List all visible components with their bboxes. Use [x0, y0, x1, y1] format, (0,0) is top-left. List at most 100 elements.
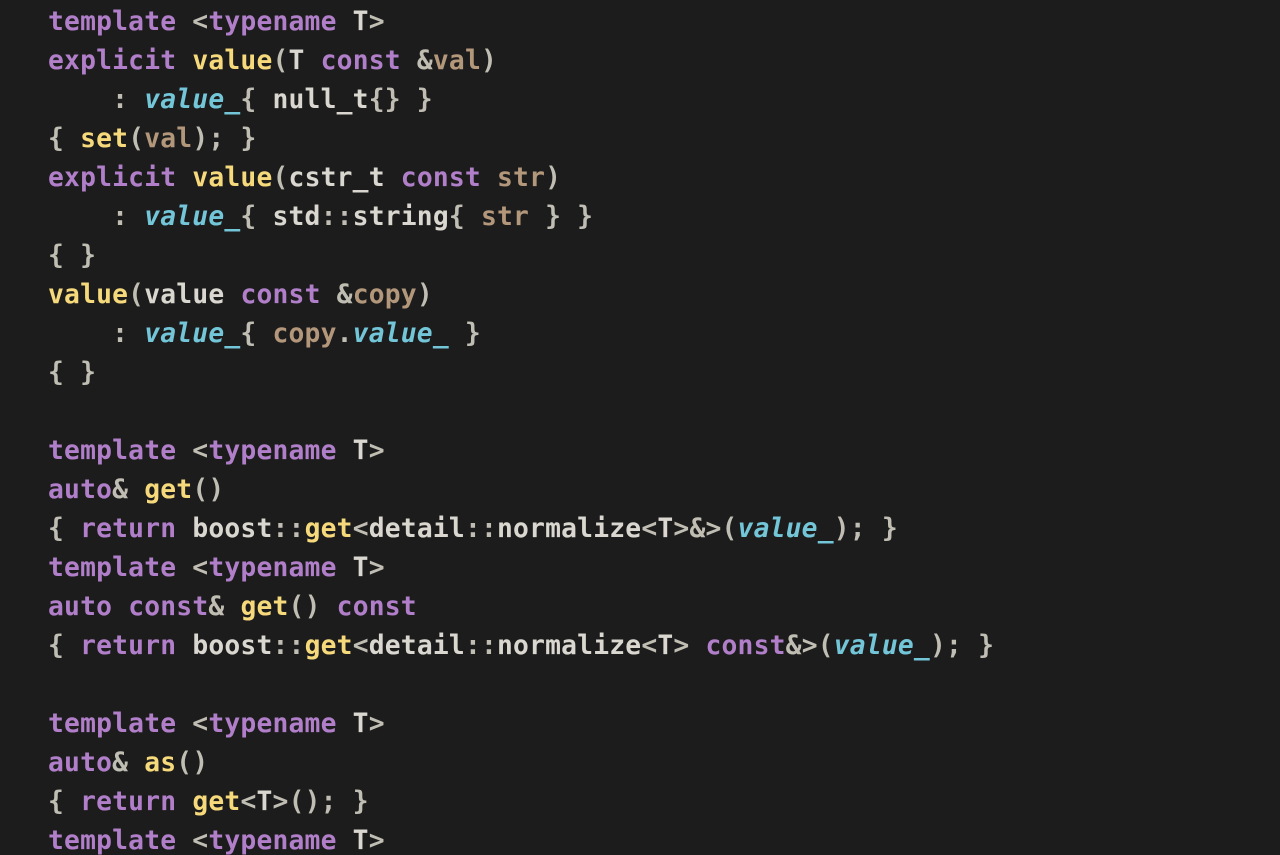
token-pun: &	[112, 475, 144, 505]
token-kw: explicit	[48, 46, 176, 76]
token-pun: &	[208, 592, 240, 622]
token-pun: :	[48, 85, 144, 115]
token-kw: const	[128, 592, 208, 622]
token-pun: (	[272, 46, 288, 76]
token-norm: normalize	[497, 631, 641, 661]
token-pun: {	[240, 85, 272, 115]
token-pun: {	[48, 124, 80, 154]
token-pun: <	[176, 436, 208, 466]
token-pun: :	[48, 319, 144, 349]
token-kw: typename	[208, 7, 336, 37]
token-scope: boost	[192, 631, 272, 661]
token-type	[481, 163, 497, 193]
token-prm: copy	[272, 319, 336, 349]
token-pun: <	[353, 631, 369, 661]
token-pun: <	[353, 514, 369, 544]
token-kw: const	[401, 163, 481, 193]
token-prm: val	[144, 124, 192, 154]
token-type	[224, 280, 240, 310]
token-func: as	[144, 748, 176, 778]
token-func: set	[80, 124, 128, 154]
token-pun: (	[128, 124, 144, 154]
token-scope: detail	[369, 631, 465, 661]
token-pun: )	[545, 163, 561, 193]
token-pun: {	[48, 631, 80, 661]
token-prm: str	[497, 163, 545, 193]
token-type: T	[337, 553, 369, 583]
token-pun: &	[112, 748, 144, 778]
token-pun: {	[48, 514, 80, 544]
token-kw: return	[80, 514, 176, 544]
token-kw: typename	[208, 826, 336, 855]
token-type	[401, 46, 417, 76]
token-kw: typename	[208, 709, 336, 739]
token-pun: ::	[465, 514, 497, 544]
token-scope: detail	[369, 514, 465, 544]
token-pun: :	[48, 202, 144, 232]
token-pun: >	[369, 709, 385, 739]
token-func: get	[240, 592, 288, 622]
token-func: get	[144, 475, 192, 505]
token-pun: <	[240, 787, 256, 817]
token-kw: template	[48, 436, 176, 466]
token-pun: >	[369, 826, 385, 855]
token-kw: const	[240, 280, 320, 310]
token-mem: value_	[144, 202, 240, 232]
code-block: template <typename T> explicit value(T c…	[0, 0, 1280, 855]
token-pun: { }	[48, 358, 96, 388]
token-pun: ); }	[192, 124, 256, 154]
token-pun: ()	[192, 475, 224, 505]
token-kw: template	[48, 826, 176, 855]
token-type	[176, 163, 192, 193]
token-type: T	[337, 826, 369, 855]
token-pun: <	[176, 826, 208, 855]
token-pun: {	[449, 202, 481, 232]
token-pun: ::	[273, 514, 305, 544]
token-pun: }	[449, 319, 481, 349]
token-func: get	[305, 631, 353, 661]
token-type	[176, 631, 192, 661]
token-pun: <	[176, 709, 208, 739]
token-pun: <	[176, 7, 208, 37]
token-type: value	[144, 280, 224, 310]
token-type	[385, 163, 401, 193]
token-kw: template	[48, 709, 176, 739]
token-kw: auto	[48, 748, 112, 778]
token-type: T	[337, 709, 369, 739]
token-pun: <	[176, 553, 208, 583]
token-type	[176, 46, 192, 76]
token-kw: return	[80, 787, 176, 817]
token-pun: >(); }	[273, 787, 369, 817]
token-pun: } }	[529, 202, 593, 232]
token-func: get	[192, 787, 240, 817]
token-pun: {} }	[369, 85, 433, 115]
token-pun: &	[337, 280, 353, 310]
token-func: value	[48, 280, 128, 310]
token-kw: const	[337, 592, 417, 622]
token-kw: const	[705, 631, 785, 661]
token-type	[112, 592, 128, 622]
token-func: value	[192, 46, 272, 76]
token-mem: value_	[353, 319, 449, 349]
token-kw: explicit	[48, 163, 176, 193]
token-pun: ()	[176, 748, 208, 778]
token-prm: copy	[353, 280, 417, 310]
token-pun: (	[272, 163, 288, 193]
token-pun: <	[641, 631, 657, 661]
token-pun: )	[417, 280, 433, 310]
token-mem: value_	[834, 631, 930, 661]
token-kw: template	[48, 553, 176, 583]
token-kw: typename	[208, 553, 336, 583]
token-pun: &	[417, 46, 433, 76]
token-type	[176, 787, 192, 817]
token-type: T	[337, 436, 369, 466]
token-pun: {	[240, 202, 272, 232]
token-kw: auto	[48, 475, 112, 505]
token-type: T	[289, 46, 305, 76]
token-pun: )	[481, 46, 497, 76]
token-kw: const	[321, 46, 401, 76]
token-kw: auto	[48, 592, 112, 622]
token-pun: >	[673, 631, 705, 661]
token-pun: ); }	[834, 514, 898, 544]
token-type: null_t	[272, 85, 368, 115]
